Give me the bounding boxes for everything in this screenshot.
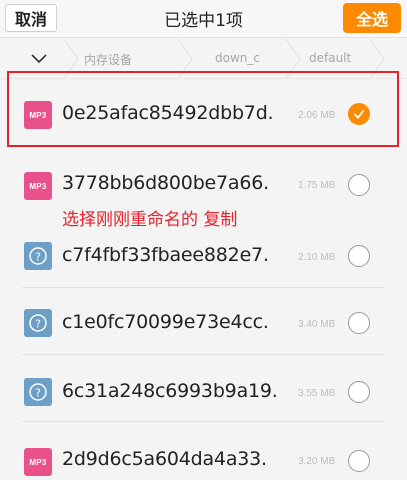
checkbox-unchecked-icon[interactable]: [348, 312, 370, 334]
unknown-file-icon: ?: [24, 242, 52, 270]
file-size: 3.20 MB: [298, 456, 336, 467]
file-row[interactable]: ? c1e0fc70099e73e4cc. 3.40 MB: [0, 289, 407, 355]
breadcrumb-item-default[interactable]: default: [309, 51, 351, 65]
file-name: c1e0fc70099e73e4cc.: [62, 311, 269, 333]
svg-text:?: ?: [35, 387, 41, 400]
checkbox-unchecked-icon[interactable]: [348, 245, 370, 267]
checkbox-unchecked-icon[interactable]: [348, 174, 370, 196]
selection-highlight-box: [7, 71, 399, 147]
row-divider: [22, 287, 385, 288]
checkbox-unchecked-icon[interactable]: [348, 450, 370, 472]
row-divider: [22, 354, 385, 355]
select-all-button[interactable]: 全选: [343, 3, 401, 33]
breadcrumb-item-storage[interactable]: 内存设备: [84, 51, 132, 68]
checkbox-unchecked-icon[interactable]: [348, 381, 370, 403]
mp3-file-icon: MP3: [24, 448, 52, 476]
file-row[interactable]: MP3 2d9d6c5a604da4a33. 3.20 MB: [0, 424, 407, 480]
mp3-file-icon: MP3: [24, 172, 52, 200]
unknown-file-icon: ?: [24, 378, 52, 406]
file-size: 1.75 MB: [298, 180, 336, 191]
file-size: 2.10 MB: [298, 252, 336, 263]
svg-text:?: ?: [35, 251, 41, 264]
chevron-down-icon[interactable]: [28, 49, 50, 69]
file-size: 3.40 MB: [298, 319, 336, 330]
file-row[interactable]: ? 6c31a248c6993b9a19. 3.55 MB: [0, 356, 407, 422]
file-name: 6c31a248c6993b9a19.: [62, 380, 278, 402]
row-divider: [22, 421, 385, 422]
file-row[interactable]: ? c7f4fbf33fbaee882e7. 2.10 MB: [0, 222, 407, 288]
file-name: 3778bb6d800be7a66.: [62, 172, 269, 194]
file-name: 2d9d6c5a604da4a33.: [62, 448, 267, 470]
unknown-file-icon: ?: [24, 309, 52, 337]
file-size: 3.55 MB: [298, 388, 336, 399]
svg-text:?: ?: [35, 318, 41, 331]
breadcrumb-item-down-c[interactable]: down_c: [215, 51, 260, 65]
top-bar: 取消 已选中1项 全选: [0, 0, 407, 38]
file-name: c7f4fbf33fbaee882e7.: [62, 244, 269, 266]
